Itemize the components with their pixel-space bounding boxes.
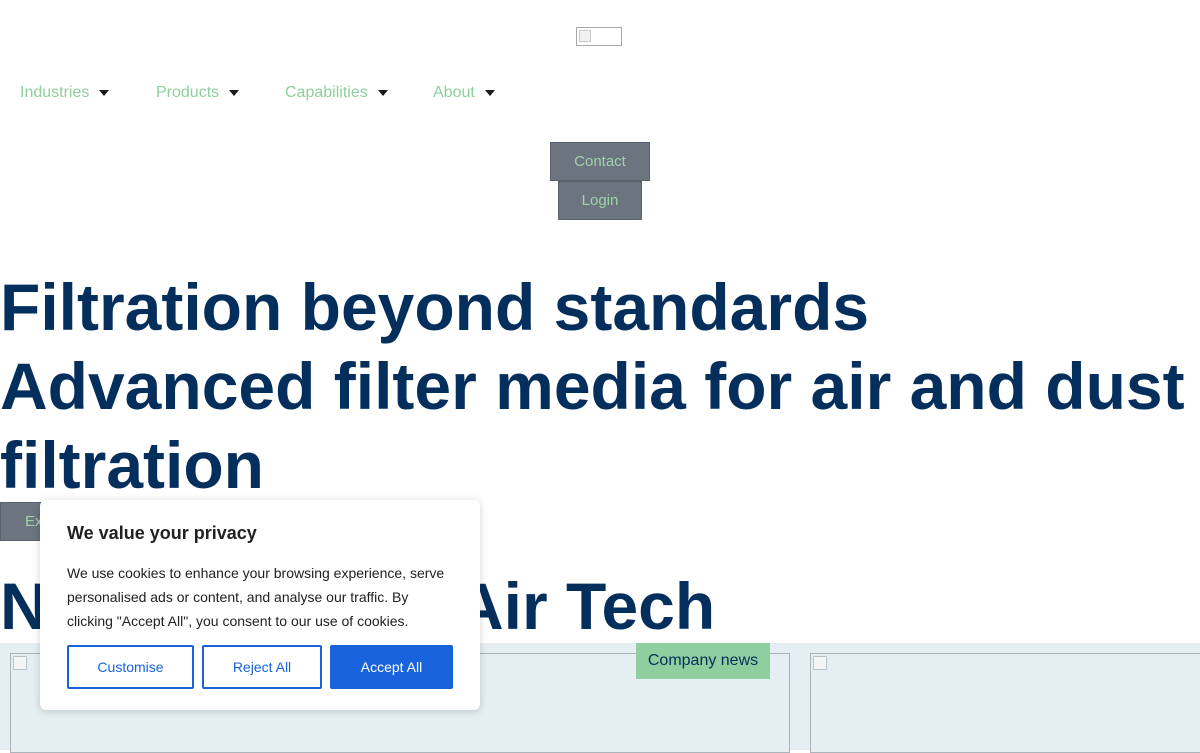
nav-item-label: About (433, 84, 475, 101)
caret-down-icon (229, 90, 240, 96)
cookie-body: We use cookies to enhance your browsing … (67, 565, 445, 629)
caret-down-icon (99, 90, 110, 96)
site-logo[interactable] (576, 27, 622, 46)
login-button[interactable]: Login (558, 181, 642, 220)
news-section-title-right: Air Tech (456, 567, 715, 645)
contact-button[interactable]: Contact (550, 142, 650, 181)
customise-button[interactable]: Customise (67, 645, 194, 689)
broken-image-icon (13, 656, 27, 670)
hero-title: Filtration beyond standards (0, 270, 870, 344)
company-news-badge[interactable]: Company news (636, 643, 770, 679)
nav-item-industries[interactable]: Industries (20, 84, 110, 102)
nav-item-products[interactable]: Products (156, 84, 240, 102)
cookie-actions: Customise Reject All Accept All (67, 645, 453, 689)
nav-item-capabilities[interactable]: Capabilities (285, 84, 388, 102)
cookie-consent-banner: We value your privacy We use cookies to … (40, 500, 480, 710)
nav-item-label: Products (156, 84, 220, 101)
caret-down-icon (377, 90, 388, 96)
cookie-title: We value your privacy (67, 523, 257, 543)
news-card-image[interactable] (810, 653, 1200, 753)
reject-all-button[interactable]: Reject All (202, 645, 322, 689)
nav-item-label: Industries (20, 84, 90, 101)
accept-all-button[interactable]: Accept All (330, 645, 453, 689)
broken-image-icon (813, 656, 827, 670)
caret-down-icon (484, 90, 495, 96)
nav-item-about[interactable]: About (433, 84, 495, 102)
news-title-right: Air Tech (456, 569, 716, 643)
hero-subtitle: Advanced filter media for air and dust f… (0, 349, 1185, 502)
nav-item-label: Capabilities (285, 84, 368, 101)
hero-heading: Filtration beyond standards Advanced fil… (0, 268, 1200, 505)
